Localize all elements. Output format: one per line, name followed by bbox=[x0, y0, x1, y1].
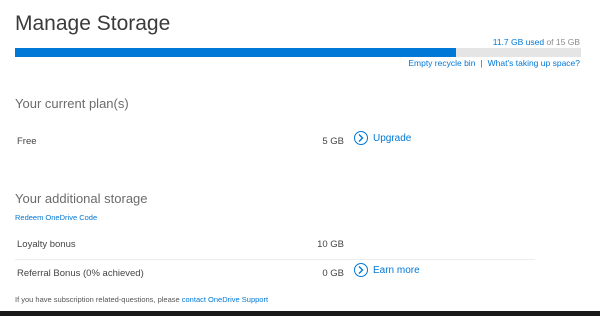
storage-links: Empty recycle bin | What's taking up space… bbox=[408, 58, 580, 68]
chevron-right-circle-icon bbox=[354, 263, 368, 277]
taskbar-strip bbox=[0, 311, 600, 316]
total-amount: 15 GB bbox=[555, 37, 580, 47]
chevron-right-circle-icon bbox=[354, 131, 368, 145]
storage-item-size: 0 GB bbox=[322, 268, 344, 279]
earn-more-label: Earn more bbox=[373, 264, 420, 276]
page-title: Manage Storage bbox=[15, 12, 171, 35]
storage-progress-fill bbox=[15, 48, 457, 57]
whats-taking-up-space-link[interactable]: What's taking up space? bbox=[488, 58, 580, 68]
storage-row-loyalty: Loyalty bonus 10 GB bbox=[15, 231, 535, 259]
storage-item-size: 10 GB bbox=[317, 239, 344, 250]
empty-recycle-bin-link[interactable]: Empty recycle bin bbox=[408, 58, 475, 68]
current-plans-heading: Your current plan(s) bbox=[15, 96, 129, 111]
additional-storage-heading: Your additional storage bbox=[15, 191, 148, 206]
plan-size: 5 GB bbox=[322, 136, 344, 147]
support-note: If you have subscription related-questio… bbox=[15, 295, 268, 304]
upgrade-label: Upgrade bbox=[373, 132, 412, 144]
storage-row-referral: Referral Bonus (0% achieved) 0 GB Earn m… bbox=[15, 260, 535, 288]
redeem-code-link[interactable]: Redeem OneDrive Code bbox=[15, 213, 97, 222]
usage-of-label: of bbox=[544, 37, 556, 47]
link-separator: | bbox=[480, 58, 483, 68]
support-text: If you have subscription related-questio… bbox=[15, 295, 182, 304]
contact-support-link[interactable]: contact OneDrive Support bbox=[182, 295, 268, 304]
used-amount: 11.7 GB used bbox=[492, 37, 545, 47]
storage-progress-bar bbox=[15, 48, 581, 57]
upgrade-button[interactable]: Upgrade bbox=[354, 131, 411, 145]
earn-more-button[interactable]: Earn more bbox=[354, 263, 420, 277]
plan-row-free: Free 5 GB Upgrade bbox=[15, 128, 535, 156]
storage-usage-text: 11.7 GB used of 15 GB bbox=[493, 37, 580, 47]
